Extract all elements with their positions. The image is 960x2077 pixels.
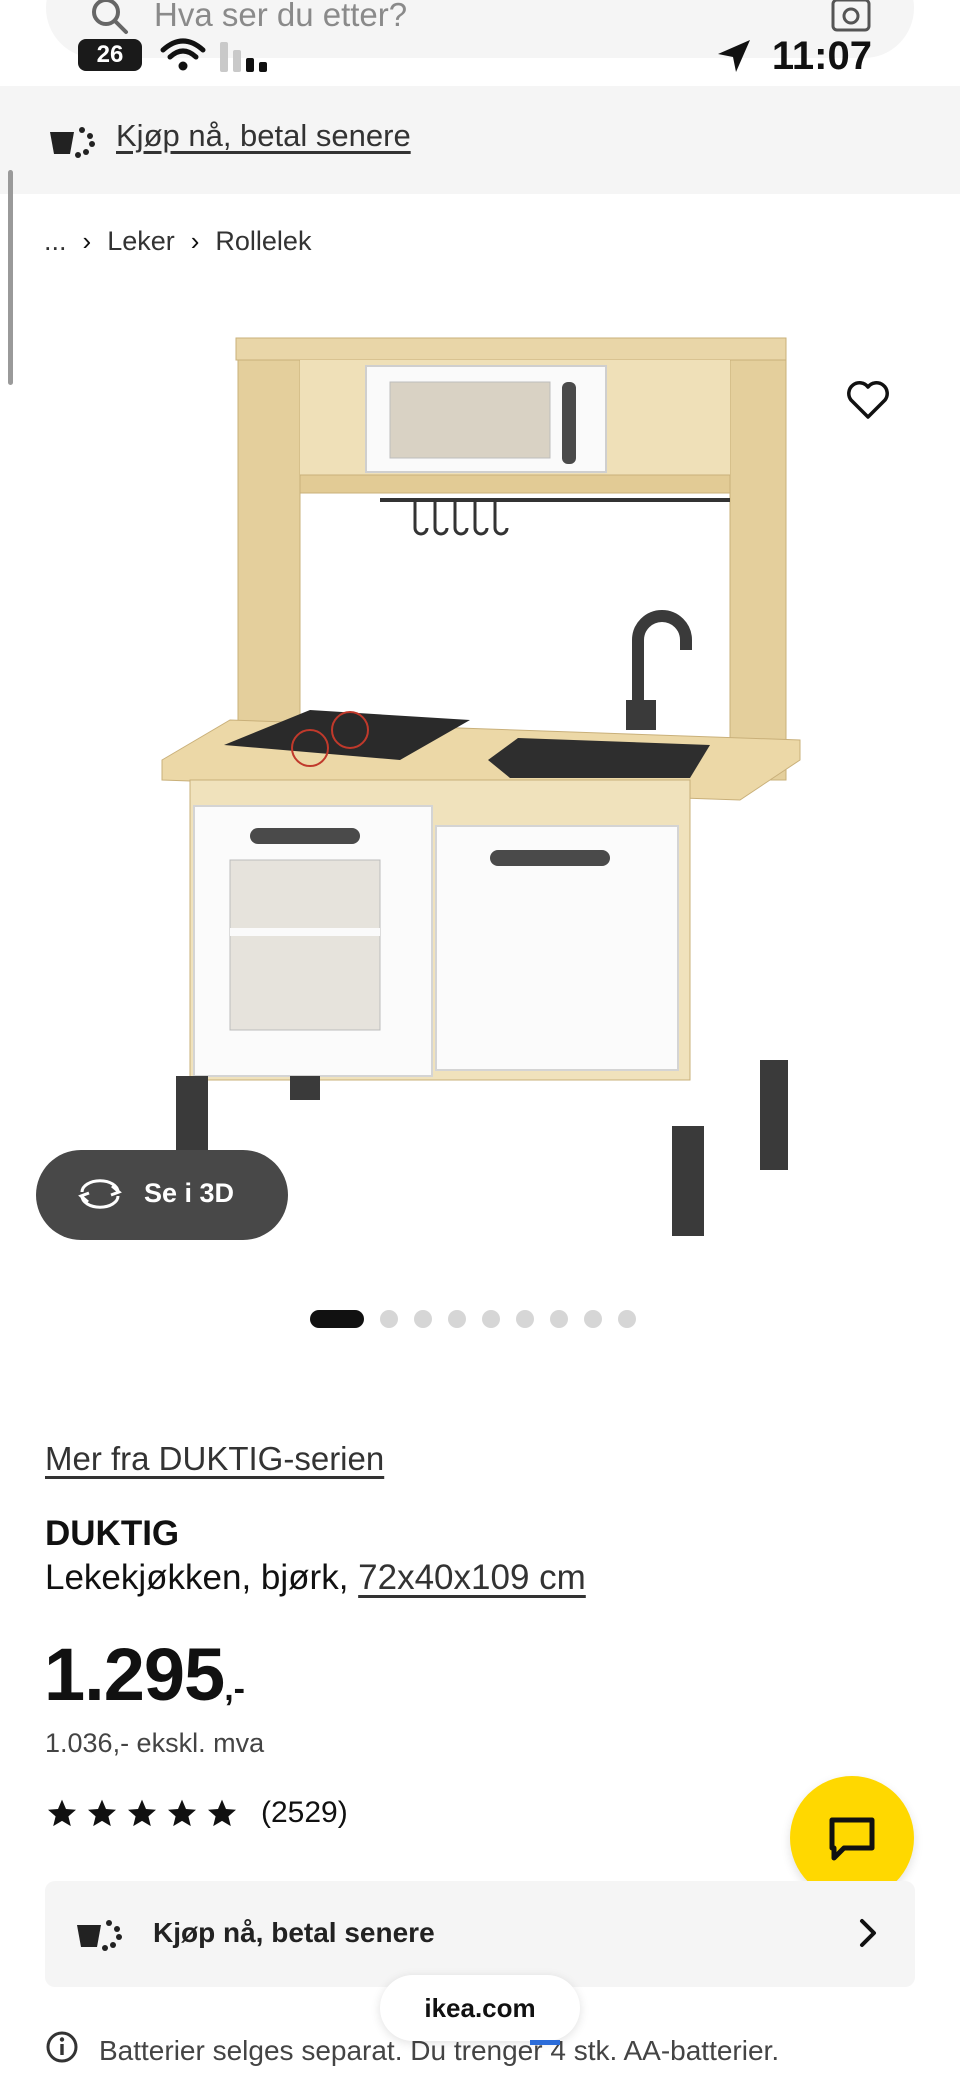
product-rating[interactable]: (2529) bbox=[45, 1796, 348, 1830]
star-icon bbox=[208, 1799, 236, 1827]
series-link[interactable]: Mer fra DUKTIG-serien bbox=[45, 1440, 384, 1478]
search-input[interactable]: Hva ser du etter? bbox=[154, 0, 407, 34]
carousel-dot[interactable] bbox=[550, 1310, 568, 1328]
battery-level: 26 bbox=[78, 39, 142, 71]
carousel-dot-active[interactable] bbox=[310, 1310, 364, 1328]
installment-basket-icon bbox=[75, 1915, 123, 1956]
buy-now-pay-later-banner[interactable]: Kjøp nå, betal senere bbox=[0, 86, 960, 194]
breadcrumb: ... › Leker › Rollelek bbox=[44, 226, 311, 257]
chevron-right-icon: › bbox=[82, 226, 92, 256]
price-excl-vat: 1.036,- ekskl. mva bbox=[45, 1728, 265, 1758]
installment-basket-icon bbox=[48, 122, 96, 163]
chevron-right-icon: › bbox=[190, 226, 200, 256]
see-in-3d-button[interactable]: Se i 3D bbox=[36, 1150, 288, 1240]
product-image[interactable] bbox=[150, 320, 810, 1270]
rating-stars bbox=[45, 1797, 239, 1829]
star-icon bbox=[88, 1799, 116, 1827]
breadcrumb-item-rollelek[interactable]: Rollelek bbox=[215, 226, 311, 257]
wifi-icon bbox=[160, 38, 206, 77]
favorite-heart-icon[interactable] bbox=[846, 380, 890, 425]
carousel-dot[interactable] bbox=[448, 1310, 466, 1328]
buy-now-pay-later-card[interactable]: Kjøp nå, betal senere bbox=[45, 1881, 915, 1987]
location-arrow-icon bbox=[716, 38, 752, 79]
carousel-dot[interactable] bbox=[618, 1310, 636, 1328]
star-icon bbox=[48, 1799, 76, 1827]
product-description: Lekekjøkken, bjørk, 72x40x109 cm bbox=[45, 1558, 586, 1598]
scroll-indicator bbox=[8, 170, 13, 385]
carousel-dot[interactable] bbox=[414, 1310, 432, 1328]
chat-icon bbox=[829, 1817, 875, 1861]
cellular-signal-icon bbox=[220, 42, 270, 77]
rating-count: (2529) bbox=[261, 1796, 348, 1829]
breadcrumb-item-leker[interactable]: Leker bbox=[107, 226, 175, 257]
star-icon bbox=[128, 1799, 156, 1827]
carousel-dot[interactable] bbox=[482, 1310, 500, 1328]
see-in-3d-label: Se i 3D bbox=[144, 1178, 235, 1208]
page-load-progress bbox=[530, 2040, 560, 2045]
product-name: DUKTIG bbox=[45, 1514, 180, 1553]
star-icon bbox=[168, 1799, 196, 1827]
buy-card-label: Kjøp nå, betal senere bbox=[153, 1917, 435, 1948]
carousel-dot[interactable] bbox=[516, 1310, 534, 1328]
carousel-dot[interactable] bbox=[380, 1310, 398, 1328]
info-icon bbox=[45, 2030, 79, 2071]
clock: 11:07 bbox=[771, 34, 872, 78]
breadcrumb-ellipsis[interactable]: ... bbox=[44, 226, 67, 257]
buy-now-pay-later-link[interactable]: Kjøp nå, betal senere bbox=[116, 118, 411, 154]
browser-url-pill[interactable]: ikea.com bbox=[380, 1975, 580, 2041]
price-suffix: ,- bbox=[224, 1670, 245, 1708]
product-price: 1.295,- bbox=[44, 1632, 245, 1717]
carousel-dot[interactable] bbox=[584, 1310, 602, 1328]
chevron-right-icon bbox=[857, 1917, 879, 1954]
rotate-3d-icon bbox=[76, 1178, 124, 1215]
status-bar: 26 11:07 bbox=[0, 34, 960, 84]
image-carousel-dots[interactable] bbox=[310, 1310, 636, 1328]
product-description-text: Lekekjøkken, bjørk, bbox=[45, 1558, 359, 1597]
product-dimensions-link[interactable]: 72x40x109 cm bbox=[358, 1558, 586, 1597]
price-amount: 1.295 bbox=[44, 1633, 225, 1716]
